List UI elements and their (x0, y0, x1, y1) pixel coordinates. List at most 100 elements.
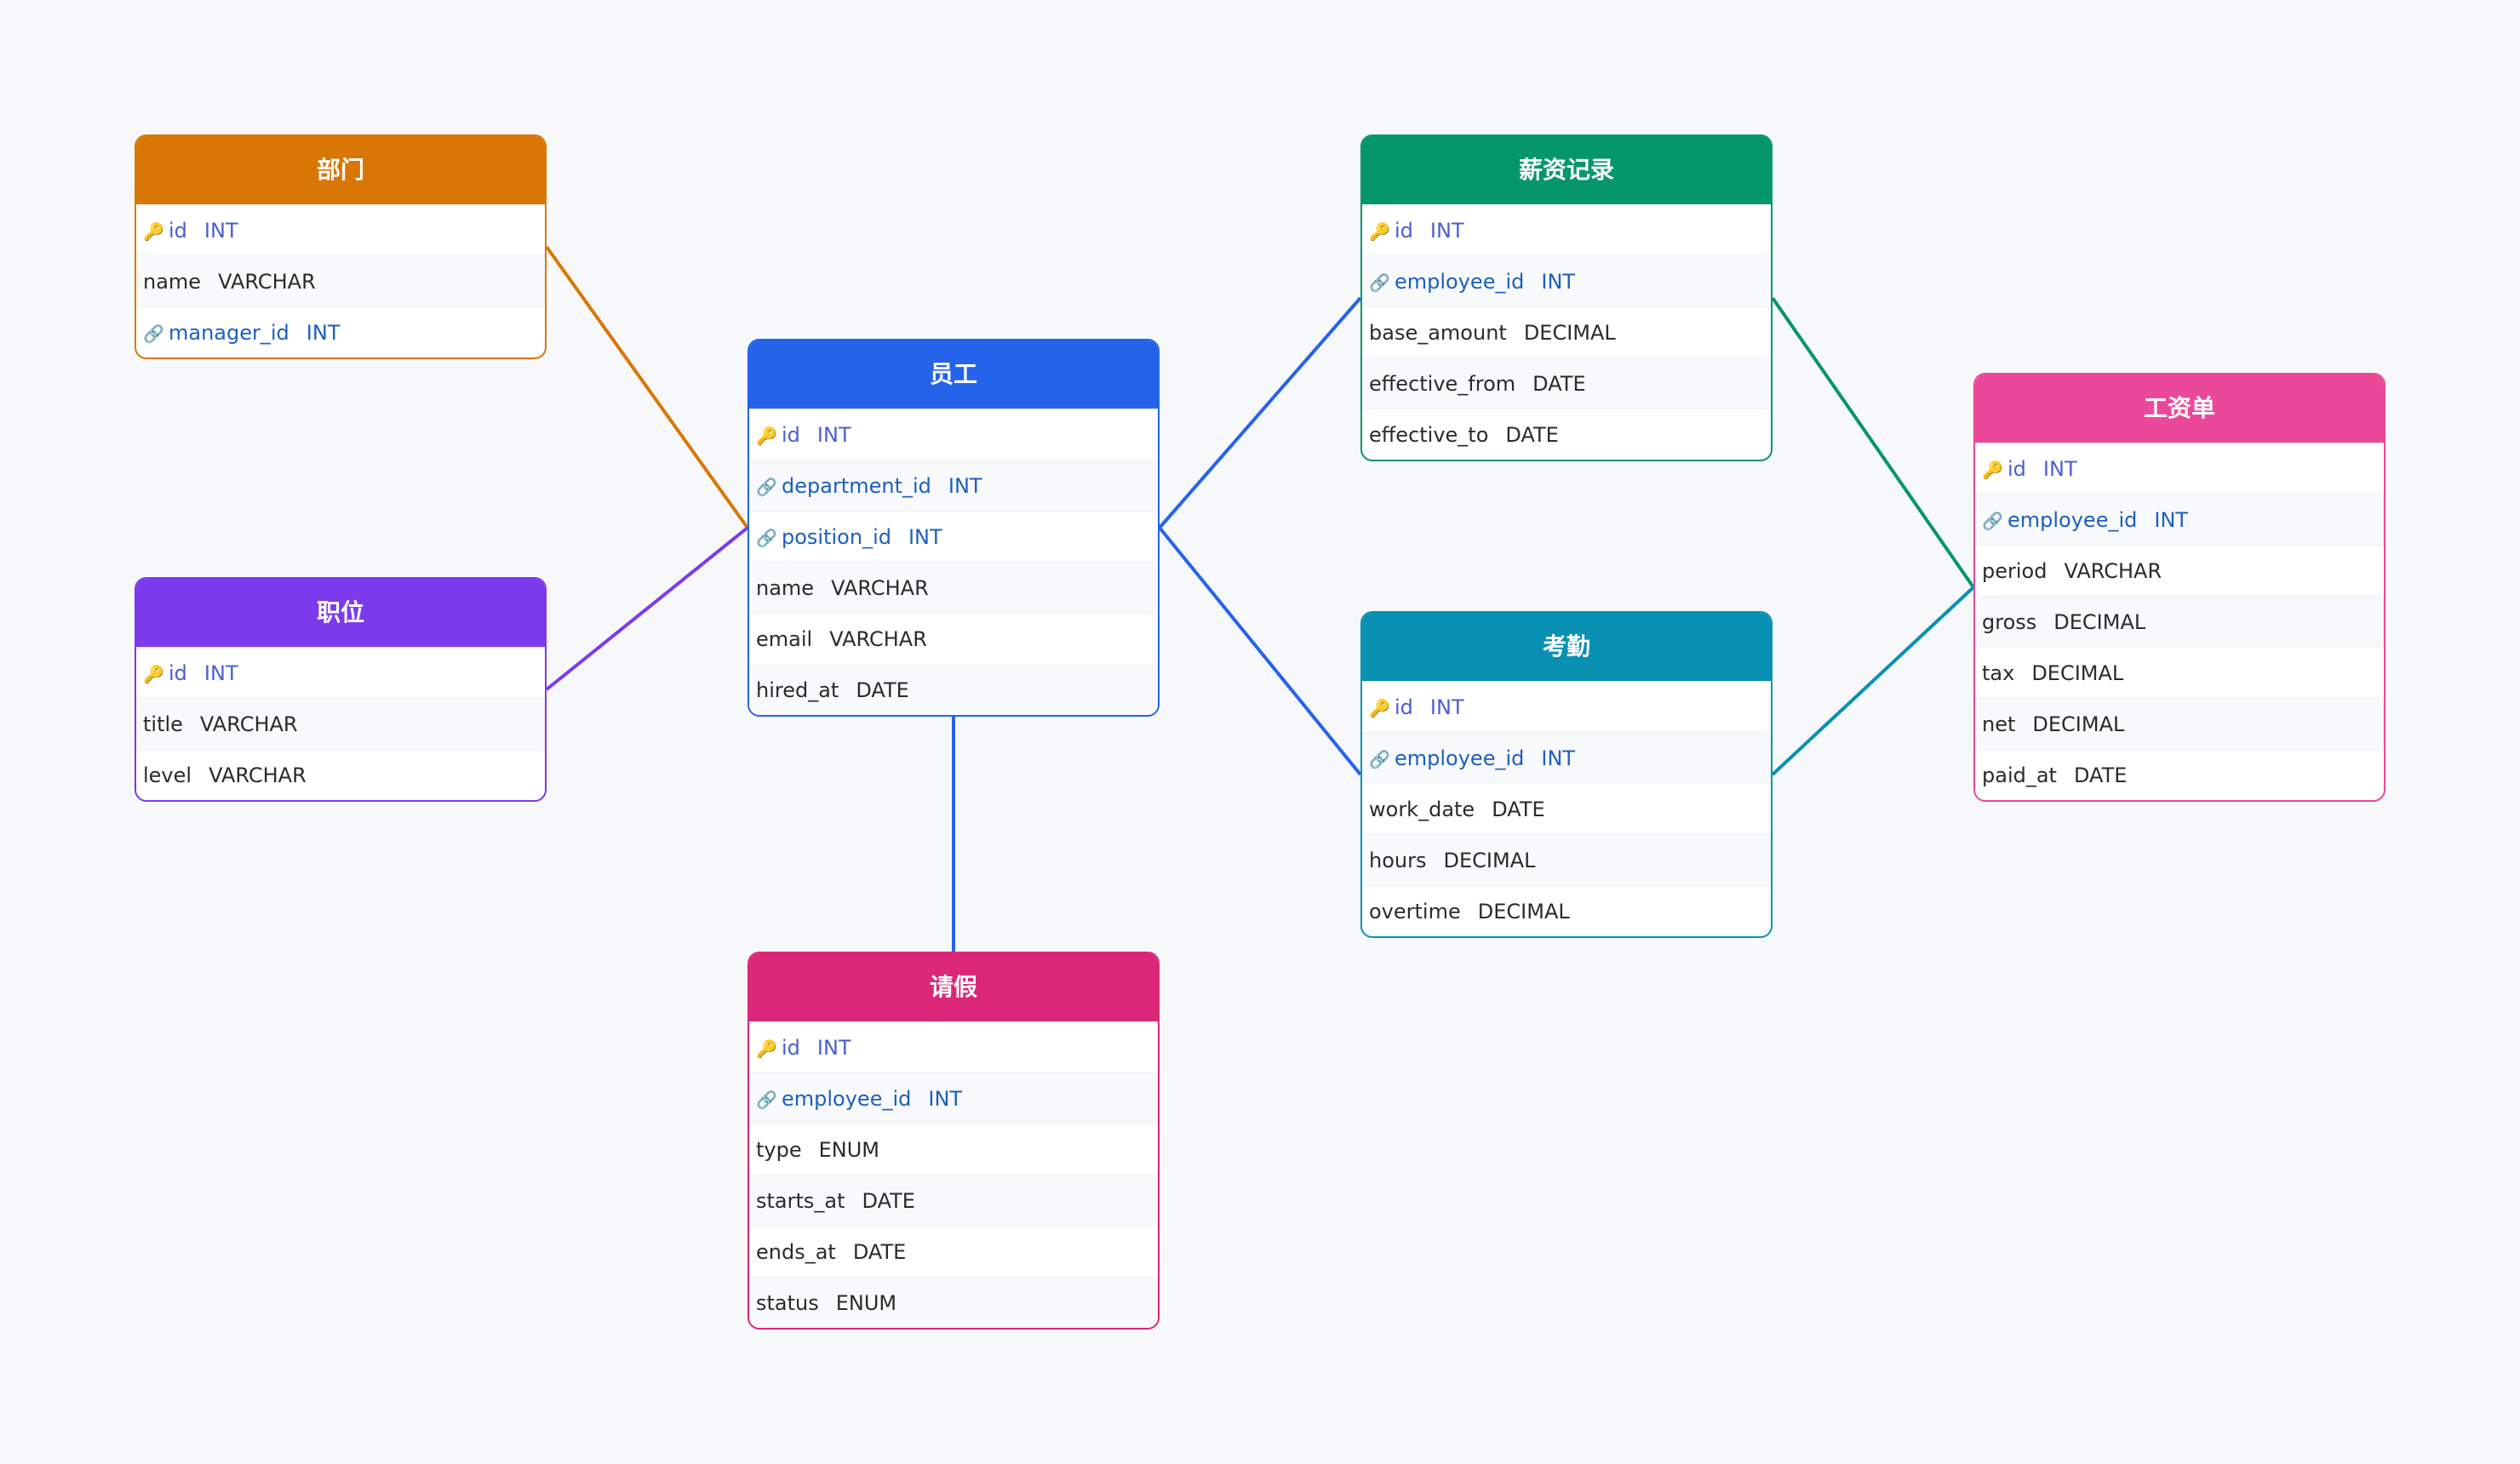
field-name: employee_id (782, 1087, 912, 1111)
field-name: id (1395, 219, 1413, 243)
field-name: tax (1982, 661, 2015, 685)
field-list: 🔑 id INT title VARCHAR level VARCHAR (136, 647, 545, 800)
field-type: INT (203, 661, 238, 685)
entity-employee[interactable]: 员工 🔑 id INT 🔗 department_id INT 🔗 position_id IN… (747, 339, 1160, 717)
field-row[interactable]: period VARCHAR (1975, 545, 2384, 596)
field-name: paid_at (1982, 763, 2057, 787)
relation-salary-payslip (1771, 296, 1975, 589)
field-row[interactable]: base_amount DECIMAL (1362, 306, 1771, 357)
field-row[interactable]: overtime DECIMAL (1362, 885, 1771, 936)
field-row[interactable]: 🔗 employee_id INT (1975, 494, 2384, 545)
field-type: VARCHAR (829, 627, 927, 651)
field-type: DATE (852, 1240, 907, 1264)
field-row[interactable]: gross DECIMAL (1975, 596, 2384, 647)
field-name: ends_at (756, 1240, 836, 1264)
field-type: DATE (1532, 372, 1586, 396)
field-type: DECIMAL (2032, 712, 2125, 736)
field-name: starts_at (756, 1189, 845, 1213)
field-type: DATE (1505, 423, 1559, 447)
field-name: manager_id (169, 321, 289, 345)
field-list: 🔑 id INT name VARCHAR 🔗 manager_id INT (136, 204, 545, 357)
field-row[interactable]: status ENUM (749, 1277, 1158, 1328)
field-row[interactable]: tax DECIMAL (1975, 647, 2384, 698)
entity-payslip[interactable]: 工资单 🔑 id INT 🔗 employee_id INT period VARCHAR gr… (1973, 373, 2385, 802)
field-list: 🔑 id INT 🔗 employee_id INT base_amount DECIMAL e… (1362, 204, 1771, 460)
field-type: VARCHAR (831, 576, 929, 600)
field-row[interactable]: 🔑 id INT (1975, 443, 2384, 494)
field-name: id (782, 1036, 800, 1060)
field-type: DATE (2073, 763, 2128, 787)
field-row[interactable]: 🔗 employee_id INT (1362, 255, 1771, 306)
field-row[interactable]: 🔗 employee_id INT (1362, 732, 1771, 783)
field-name: department_id (782, 474, 931, 498)
entity-header: 考勤 (1362, 613, 1771, 681)
field-type: ENUM (835, 1291, 897, 1315)
field-type: INT (1429, 219, 1464, 243)
field-name: hired_at (756, 678, 839, 702)
field-name: employee_id (2007, 508, 2138, 532)
field-row[interactable]: hired_at DATE (749, 664, 1158, 715)
field-row[interactable]: 🔗 department_id INT (749, 460, 1158, 511)
field-name: base_amount (1369, 321, 1507, 345)
field-row[interactable]: starts_at DATE (749, 1175, 1158, 1226)
field-row[interactable]: name VARCHAR (749, 562, 1158, 613)
field-type: INT (306, 321, 341, 345)
link-icon: 🔗 (756, 528, 777, 548)
field-row[interactable]: effective_to DATE (1362, 409, 1771, 460)
field-row[interactable]: name VARCHAR (136, 255, 545, 306)
field-name: employee_id (1395, 270, 1525, 294)
field-type: INT (2154, 508, 2189, 532)
field-row[interactable]: 🔑 id INT (136, 204, 545, 255)
entity-department[interactable]: 部门 🔑 id INT name VARCHAR 🔗 manager_id INT (135, 134, 547, 359)
field-type: DATE (1492, 798, 1545, 821)
entity-position[interactable]: 职位 🔑 id INT title VARCHAR level VARCHAR (135, 577, 547, 802)
field-name: id (169, 661, 187, 685)
field-row[interactable]: hours DECIMAL (1362, 834, 1771, 885)
field-row[interactable]: level VARCHAR (136, 749, 545, 800)
entity-salary-record[interactable]: 薪资记录 🔑 id INT 🔗 employee_id INT base_amount DEC… (1360, 134, 1773, 461)
er-diagram-canvas: 部门 🔑 id INT name VARCHAR 🔗 manager_id INT 职位 🔑 i… (0, 0, 2520, 1464)
field-name: id (1395, 695, 1413, 719)
field-row[interactable]: 🔗 manager_id INT (136, 306, 545, 357)
field-row[interactable]: 🔑 id INT (749, 409, 1158, 460)
field-type: INT (816, 423, 851, 447)
field-name: effective_from (1369, 372, 1516, 396)
entity-header: 部门 (136, 136, 545, 204)
field-row[interactable]: title VARCHAR (136, 698, 545, 749)
field-row[interactable]: effective_from DATE (1362, 357, 1771, 409)
key-icon: 🔑 (143, 221, 164, 242)
field-row[interactable]: work_date DATE (1362, 783, 1771, 834)
field-list: 🔑 id INT 🔗 employee_id INT work_date DATE hours D… (1362, 681, 1771, 936)
entity-header: 请假 (749, 953, 1158, 1021)
link-icon: 🔗 (756, 1089, 777, 1110)
relation-employee-attendance (1158, 526, 1362, 776)
field-type: INT (948, 474, 982, 498)
field-type: DECIMAL (1443, 849, 1536, 872)
field-row[interactable]: net DECIMAL (1975, 698, 2384, 749)
field-row[interactable]: email VARCHAR (749, 613, 1158, 664)
field-type: INT (1429, 695, 1464, 719)
field-row[interactable]: 🔑 id INT (1362, 204, 1771, 255)
field-row[interactable]: paid_at DATE (1975, 749, 2384, 800)
field-type: DATE (856, 678, 909, 702)
field-row[interactable]: type ENUM (749, 1124, 1158, 1175)
field-type: INT (928, 1087, 963, 1111)
field-row[interactable]: 🔑 id INT (136, 647, 545, 698)
field-row[interactable]: 🔑 id INT (749, 1021, 1158, 1072)
field-list: 🔑 id INT 🔗 employee_id INT type ENUM starts_at DA… (749, 1021, 1158, 1328)
field-name: work_date (1369, 798, 1475, 821)
field-type: VARCHAR (2064, 559, 2162, 583)
entity-leave[interactable]: 请假 🔑 id INT 🔗 employee_id INT type ENUM starts_a… (747, 952, 1160, 1330)
field-name: level (143, 763, 192, 787)
field-row[interactable]: 🔑 id INT (1362, 681, 1771, 732)
field-name: id (2007, 457, 2026, 481)
field-name: id (169, 219, 187, 243)
field-row[interactable]: 🔗 position_id INT (749, 511, 1158, 562)
relation-department-employee (545, 245, 749, 529)
field-row[interactable]: ends_at DATE (749, 1226, 1158, 1277)
key-icon: 🔑 (1982, 460, 2003, 480)
entity-header: 员工 (749, 340, 1158, 409)
field-row[interactable]: 🔗 employee_id INT (749, 1072, 1158, 1124)
field-type: DECIMAL (1477, 900, 1570, 924)
entity-attendance[interactable]: 考勤 🔑 id INT 🔗 employee_id INT work_date DATE hou… (1360, 611, 1773, 938)
